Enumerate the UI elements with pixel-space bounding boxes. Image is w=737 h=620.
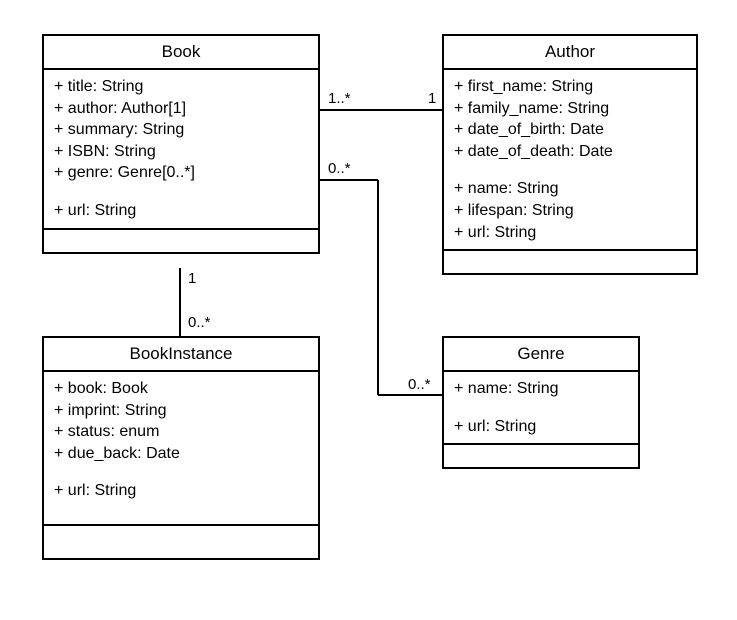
class-attr: + book: Book xyxy=(54,378,308,400)
class-attr: + ISBN: String xyxy=(54,141,308,163)
class-attr: + lifespan: String xyxy=(454,200,686,222)
class-attr: + due_back: Date xyxy=(54,443,308,465)
class-book-title: Book xyxy=(44,36,318,70)
multiplicity-book-author-right: 1 xyxy=(428,90,436,107)
class-attr: + name: String xyxy=(454,178,686,200)
class-book-body: + title: String + author: Author[1] + su… xyxy=(44,70,318,230)
class-attr: + author: Author[1] xyxy=(54,98,308,120)
class-author-foot xyxy=(444,251,696,273)
class-bookinstance-title: BookInstance xyxy=(44,338,318,372)
class-author: Author + first_name: String + family_nam… xyxy=(442,34,698,275)
class-genre-foot xyxy=(444,445,638,467)
class-attr: + status: enum xyxy=(54,421,308,443)
multiplicity-book-bookinstance-bottom: 0..* xyxy=(188,314,211,331)
class-attr: + summary: String xyxy=(54,119,308,141)
class-attr: + genre: Genre[0..*] xyxy=(54,162,308,184)
class-book-foot xyxy=(44,230,318,252)
class-attr: + url: String xyxy=(454,416,628,438)
class-author-title: Author xyxy=(444,36,696,70)
class-attr: + date_of_birth: Date xyxy=(454,119,686,141)
class-attr: + family_name: String xyxy=(454,98,686,120)
class-bookinstance-body: + book: Book + imprint: String + status:… xyxy=(44,372,318,526)
class-attr: + name: String xyxy=(454,378,628,400)
class-attr: + date_of_death: Date xyxy=(454,141,686,163)
class-attr: + imprint: String xyxy=(54,400,308,422)
class-genre: Genre + name: String + url: String xyxy=(442,336,640,469)
class-attr: + url: String xyxy=(54,200,308,222)
class-bookinstance-foot xyxy=(44,526,318,558)
class-genre-title: Genre xyxy=(444,338,638,372)
multiplicity-book-genre-top: 0..* xyxy=(328,160,351,177)
class-genre-body: + name: String + url: String xyxy=(444,372,638,445)
class-book: Book + title: String + author: Author[1]… xyxy=(42,34,320,254)
class-attr: + title: String xyxy=(54,76,308,98)
class-attr: + first_name: String xyxy=(454,76,686,98)
class-attr: + url: String xyxy=(54,480,308,502)
multiplicity-book-bookinstance-top: 1 xyxy=(188,270,196,287)
class-bookinstance: BookInstance + book: Book + imprint: Str… xyxy=(42,336,320,560)
multiplicity-book-author-left: 1..* xyxy=(328,90,351,107)
multiplicity-book-genre-bottom: 0..* xyxy=(408,376,431,393)
class-attr: + url: String xyxy=(454,222,686,244)
class-author-body: + first_name: String + family_name: Stri… xyxy=(444,70,696,251)
